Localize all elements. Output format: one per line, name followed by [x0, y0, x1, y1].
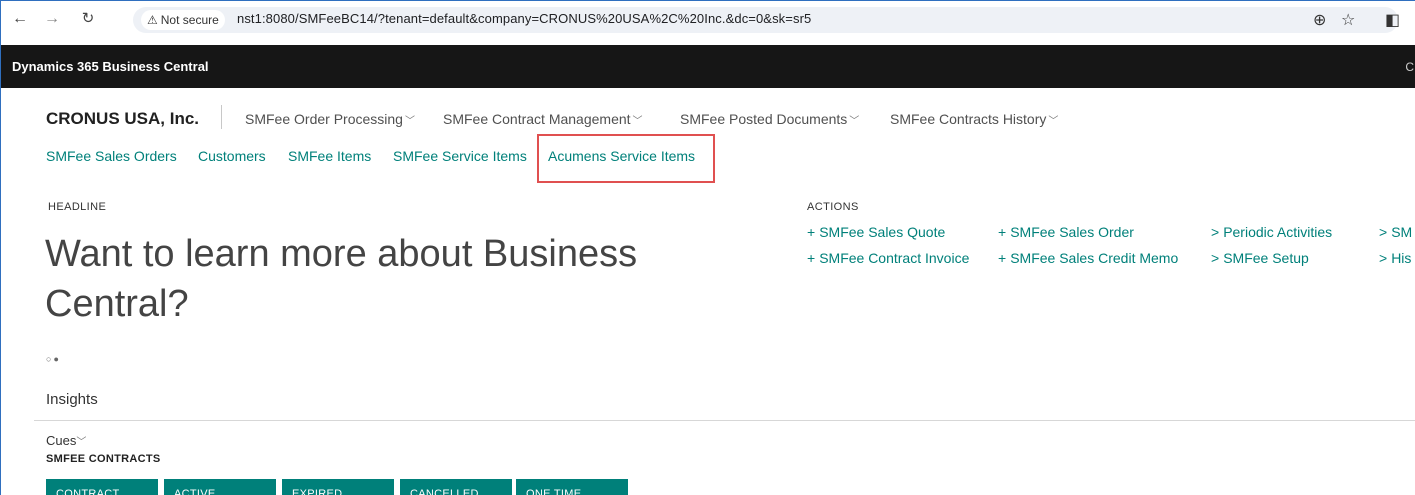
action-label: Periodic Activities — [1223, 224, 1333, 240]
chevron-down-icon: ﹀ — [1048, 116, 1059, 127]
highlight-box — [537, 134, 715, 183]
app-header: Dynamics 365 Business Central C — [1, 45, 1415, 88]
app-title[interactable]: Dynamics 365 Business Central — [12, 59, 209, 74]
cue-tile-cancelled[interactable]: CANCELLED — [400, 479, 512, 495]
chevron-right-icon: > — [1379, 224, 1388, 240]
arrow-left-icon[interactable]: ← — [9, 8, 31, 30]
action-sm-truncated[interactable]: > SM — [1379, 224, 1412, 240]
cue-tile-contract[interactable]: CONTRACT — [46, 479, 158, 495]
section-divider — [34, 420, 1415, 421]
cues-label: Cues — [46, 433, 77, 448]
cue-group-caption: SMFEE CONTRACTS — [46, 453, 161, 465]
action-contract-invoice[interactable]: + SMFee Contract Invoice — [807, 250, 969, 266]
headline-text: Want to learn more about Business Centra… — [45, 233, 638, 325]
menu-label: SMFee Posted Documents — [680, 111, 848, 127]
browser-window: ← → ↻ ⚠ Not secure nst1:8080/SMFeeBC14/?t… — [0, 0, 1415, 495]
action-sales-quote[interactable]: + SMFee Sales Quote — [807, 224, 945, 240]
security-chip[interactable]: ⚠ Not secure — [141, 10, 225, 30]
menu-order-processing[interactable]: SMFee Order Processing ﹀ — [245, 111, 415, 127]
menu-label: SMFee Contract Management — [443, 111, 631, 127]
action-label: SMFee Sales Credit Memo — [1010, 250, 1179, 266]
company-name: CRONUS USA, Inc. — [46, 109, 200, 128]
dot-active-icon[interactable]: ● — [53, 354, 60, 364]
action-smfee-setup[interactable]: > SMFee Setup — [1211, 250, 1309, 266]
chevron-right-icon: > — [1211, 224, 1220, 240]
actions-caption: ACTIONS — [807, 201, 859, 213]
action-label: SMFee Contract Invoice — [819, 250, 970, 266]
link-items[interactable]: SMFee Items — [288, 148, 371, 164]
cue-tile-expired[interactable]: EXPIRED — [282, 479, 394, 495]
action-history-truncated[interactable]: > His — [1379, 250, 1411, 266]
insights-title: Insights — [46, 391, 98, 408]
chevron-right-icon: > — [1211, 250, 1220, 266]
action-label: SMFee Sales Quote — [819, 224, 946, 240]
menu-label: SMFee Order Processing — [245, 111, 403, 127]
plus-icon: + — [998, 224, 1007, 240]
action-label: SM — [1391, 224, 1413, 240]
action-sales-credit-memo[interactable]: + SMFee Sales Credit Memo — [998, 250, 1178, 266]
star-icon[interactable]: ☆ — [1341, 10, 1355, 30]
url-text[interactable]: nst1:8080/SMFeeBC14/?tenant=default&comp… — [237, 11, 811, 26]
carousel-dots[interactable]: ○● — [46, 354, 61, 364]
cues-toggle[interactable]: Cues﹀ — [46, 433, 86, 448]
action-label: His — [1391, 250, 1412, 266]
chevron-down-icon: ﹀ — [632, 116, 643, 127]
plus-icon: + — [807, 224, 816, 240]
menu-posted-documents[interactable]: SMFee Posted Documents ﹀ — [680, 111, 859, 127]
plus-icon: + — [998, 250, 1007, 266]
cue-tile-active[interactable]: ACTIVE — [164, 479, 276, 495]
sidepanel-icon[interactable]: ◧ — [1385, 10, 1400, 30]
link-service-items[interactable]: SMFee Service Items — [393, 148, 527, 164]
action-sales-order[interactable]: + SMFee Sales Order — [998, 224, 1134, 240]
link-sales-orders[interactable]: SMFee Sales Orders — [46, 148, 177, 164]
action-label: SMFee Setup — [1223, 250, 1309, 266]
cue-tile-one-time[interactable]: ONE TIME — [516, 479, 628, 495]
menu-contracts-history[interactable]: SMFee Contracts History ﹀ — [890, 111, 1058, 127]
action-label: SMFee Sales Order — [1010, 224, 1134, 240]
menu-label: SMFee Contracts History — [890, 111, 1047, 127]
action-periodic-activities[interactable]: > Periodic Activities — [1211, 224, 1332, 240]
nav-divider — [221, 105, 222, 129]
menu-contract-management[interactable]: SMFee Contract Management ﹀ — [443, 111, 643, 127]
reload-icon[interactable]: ↻ — [77, 8, 99, 30]
arrow-right-icon[interactable]: → — [41, 8, 63, 30]
browser-toolbar: ← → ↻ ⚠ Not secure nst1:8080/SMFeeBC14/?t… — [1, 1, 1415, 41]
plus-icon: + — [807, 250, 816, 266]
zoom-icon[interactable]: ⊕ — [1313, 10, 1326, 30]
chevron-right-icon: > — [1379, 250, 1388, 266]
header-corner-text: C — [1405, 60, 1414, 74]
link-customers[interactable]: Customers — [198, 148, 266, 164]
chevron-down-icon: ﹀ — [76, 437, 87, 448]
chevron-down-icon: ﹀ — [849, 116, 860, 127]
headline-caption: HEADLINE — [48, 201, 107, 213]
warning-icon: ⚠ — [147, 13, 158, 27]
chevron-down-icon: ﹀ — [404, 116, 415, 127]
security-label: Not secure — [160, 13, 219, 27]
